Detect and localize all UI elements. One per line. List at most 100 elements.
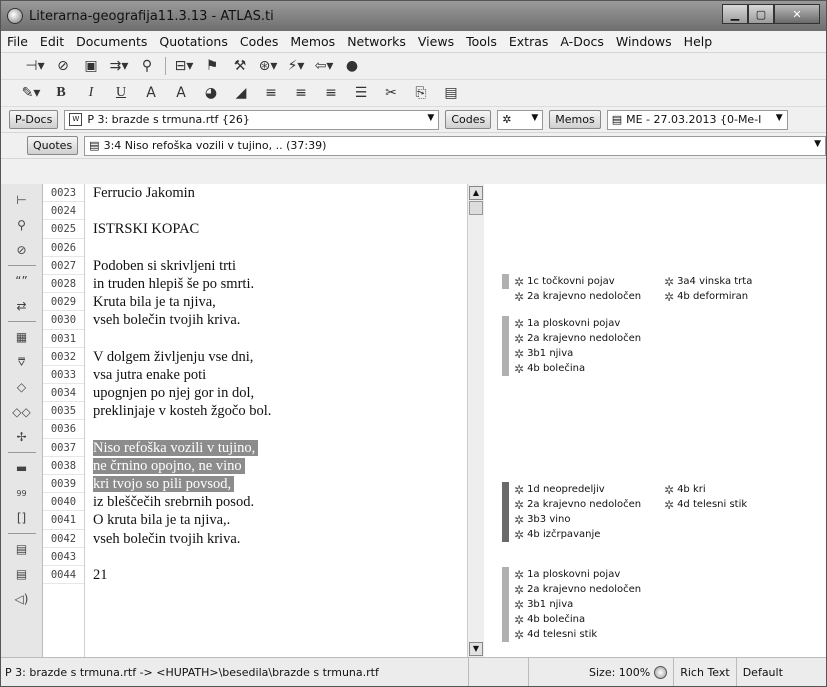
memo-icon[interactable]: ▬ bbox=[11, 458, 33, 478]
code-label[interactable]: ✲ 4b bolečina bbox=[514, 361, 664, 376]
scroll-down-button[interactable]: ▼ bbox=[469, 642, 483, 656]
pdocs-button[interactable]: P-Docs bbox=[9, 110, 59, 129]
code-label[interactable]: ✲ 4b kri bbox=[664, 482, 706, 497]
margin-code-group[interactable]: ✲ 1d neopredeljiv ✲ 4b kri ✲ 2a krajevno nedo… bbox=[502, 482, 747, 542]
document-text[interactable]: Ferrucio Jakomin ISTRSKI KOPAC Podoben si … bbox=[85, 184, 467, 659]
xml-icon[interactable]: ⊛▾ bbox=[258, 57, 278, 75]
code-label[interactable]: ✲ 1a ploskovni pojav bbox=[514, 316, 664, 331]
align-center-icon[interactable]: ≡ bbox=[291, 84, 311, 102]
document-icon[interactable]: ▤ bbox=[11, 539, 33, 559]
menu-item-file[interactable]: File bbox=[1, 34, 34, 49]
menu-item-tools[interactable]: Tools bbox=[460, 34, 503, 49]
menu-item-quotations[interactable]: Quotations bbox=[153, 34, 233, 49]
menu-item-views[interactable]: Views bbox=[412, 34, 460, 49]
quotation-bracket[interactable] bbox=[502, 482, 509, 542]
link-icon[interactable]: ◇◇ bbox=[11, 402, 33, 422]
quotation-bracket[interactable] bbox=[502, 567, 509, 642]
menu-item-memos[interactable]: Memos bbox=[284, 34, 341, 49]
vertical-scrollbar[interactable]: ▲ ▼ bbox=[467, 184, 484, 659]
back-icon[interactable]: ⇦▾ bbox=[314, 57, 334, 75]
add-document-icon[interactable]: ⊣▾ bbox=[25, 57, 45, 75]
fill-icon[interactable]: ◢ bbox=[231, 84, 251, 102]
menu-item-codes[interactable]: Codes bbox=[234, 34, 285, 49]
menu-item-edit[interactable]: Edit bbox=[34, 34, 70, 49]
code-label[interactable]: ✲ 4b bolečina bbox=[514, 612, 664, 627]
code-label[interactable]: ✲ 3b1 njiva bbox=[514, 597, 664, 612]
bracket-icon[interactable]: [] bbox=[11, 508, 33, 528]
underline-icon[interactable]: U bbox=[111, 84, 131, 102]
atlas-app-icon[interactable] bbox=[7, 8, 23, 24]
quote-mark-icon[interactable]: “” bbox=[11, 271, 33, 291]
quotation-bracket[interactable] bbox=[502, 316, 509, 376]
code-label[interactable]: ✲ 3a4 vinska trta bbox=[664, 274, 752, 289]
code-label[interactable]: ✲ 2a krajevno nedoločen bbox=[514, 582, 664, 597]
code-label[interactable]: ✲ 4b deformiran bbox=[664, 289, 748, 304]
save-icon[interactable]: ▣ bbox=[81, 57, 101, 75]
search-icon[interactable]: ⚲ bbox=[137, 57, 157, 75]
minimize-button[interactable]: ▁ bbox=[722, 4, 748, 24]
copy-icon[interactable]: ⎘ bbox=[411, 84, 431, 102]
zoom-icon[interactable]: ⚲ bbox=[11, 215, 33, 235]
menu-item-networks[interactable]: Networks bbox=[341, 34, 412, 49]
code-search-icon[interactable]: ⚒ bbox=[230, 57, 250, 75]
codes-button[interactable]: Codes bbox=[445, 110, 492, 129]
network-icon[interactable]: ✢ bbox=[11, 427, 33, 447]
code-label[interactable]: ✲ 3b1 njiva bbox=[514, 346, 664, 361]
pen-icon[interactable]: ✎▾ bbox=[21, 84, 41, 102]
align-right-icon[interactable]: ≡ bbox=[321, 84, 341, 102]
font-icon[interactable]: A bbox=[141, 84, 161, 102]
cut-icon[interactable]: ✂ bbox=[381, 84, 401, 102]
margin-code-group[interactable]: ✲ 1c točkovni pojav ✲ 3a4 vinska trta ✲ 2a kr… bbox=[502, 274, 752, 304]
document-list-icon[interactable]: ▤ bbox=[11, 564, 33, 584]
tool-icon[interactable]: ⚡▾ bbox=[286, 57, 306, 75]
code-label[interactable]: ✲ 1a ploskovni pojav bbox=[514, 567, 664, 582]
assign-icon[interactable]: ⇉▾ bbox=[109, 57, 129, 75]
counter-icon[interactable]: 99 bbox=[11, 483, 33, 503]
memos-button[interactable]: Memos bbox=[549, 110, 601, 129]
scroll-thumb[interactable] bbox=[469, 201, 483, 215]
paste-icon[interactable]: ▤ bbox=[441, 84, 461, 102]
code-label[interactable]: ✲ 2a krajevno nedoločen bbox=[514, 497, 664, 512]
font-color-icon[interactable]: A bbox=[171, 84, 191, 102]
create-quote-icon[interactable]: ⇄ bbox=[11, 296, 33, 316]
maximize-button[interactable]: ▢ bbox=[748, 4, 774, 24]
align-left-icon[interactable]: ≡ bbox=[261, 84, 281, 102]
filter-icon[interactable]: ⩢ bbox=[11, 352, 33, 372]
code-label[interactable]: ✲ 4d telesni stik bbox=[514, 627, 664, 642]
menu-item-extras[interactable]: Extras bbox=[503, 34, 555, 49]
italic-icon[interactable]: I bbox=[81, 84, 101, 102]
open-doc-icon[interactable]: ⊢ bbox=[11, 190, 33, 210]
code-label[interactable]: ✲ 1c točkovni pojav bbox=[514, 274, 664, 289]
color-icon[interactable]: ◕ bbox=[201, 84, 221, 102]
menu-item-a-docs[interactable]: A-Docs bbox=[554, 34, 609, 49]
codes-dropdown[interactable]: ✲ ▼ bbox=[497, 109, 544, 130]
memo-dropdown[interactable]: ▤ ME - 27.03.2013 {0-Me-I ▼ bbox=[606, 109, 788, 130]
code-label[interactable]: ✲ 1d neopredeljiv bbox=[514, 482, 664, 497]
margin-area[interactable]: ✲ 1c točkovni pojav ✲ 3a4 vinska trta ✲ 2a kr… bbox=[484, 184, 826, 659]
margin-code-group[interactable]: ✲ 1a ploskovni pojav ✲ 2a krajevno nedoloče… bbox=[502, 316, 664, 376]
close-button[interactable]: ✕ bbox=[774, 4, 820, 24]
bomb-icon[interactable]: ● bbox=[342, 57, 362, 75]
margin-code-group[interactable]: ✲ 1a ploskovni pojav ✲ 2a krajevno nedoloče… bbox=[502, 567, 664, 642]
pdoc-dropdown[interactable]: W P 3: brazde s trmuna.rtf {26} ▼ bbox=[64, 109, 440, 130]
grid-icon[interactable]: ▦ bbox=[11, 327, 33, 347]
query-icon[interactable]: ⚑ bbox=[202, 57, 222, 75]
memo-icon[interactable]: ⊘ bbox=[53, 57, 73, 75]
quotes-button[interactable]: Quotes bbox=[27, 136, 79, 155]
open-icon[interactable]: ⊟▾ bbox=[174, 57, 194, 75]
code-label[interactable]: ✲ 3b3 vino bbox=[514, 512, 664, 527]
list-icon[interactable]: ☰ bbox=[351, 84, 371, 102]
quotation-bracket[interactable] bbox=[502, 274, 509, 289]
code-label[interactable]: ✲ 4d telesni stik bbox=[664, 497, 747, 512]
quote-dropdown[interactable]: ▤ 3:4 Niso refoška vozili v tujino, .. (… bbox=[84, 135, 826, 156]
code-list-icon[interactable]: ◇ bbox=[11, 377, 33, 397]
audio-icon[interactable]: ◁) bbox=[11, 589, 33, 609]
menu-item-windows[interactable]: Windows bbox=[610, 34, 678, 49]
code-label[interactable]: ✲ 2a krajevno nedoločen bbox=[514, 289, 664, 304]
menu-item-help[interactable]: Help bbox=[678, 34, 719, 49]
code-label[interactable]: ✲ 2a krajevno nedoločen bbox=[514, 331, 664, 346]
scroll-up-button[interactable]: ▲ bbox=[469, 186, 483, 200]
code-label[interactable]: ✲ 4b izčrpavanje bbox=[514, 527, 664, 542]
menu-item-documents[interactable]: Documents bbox=[70, 34, 153, 49]
bold-icon[interactable]: B bbox=[51, 84, 71, 102]
